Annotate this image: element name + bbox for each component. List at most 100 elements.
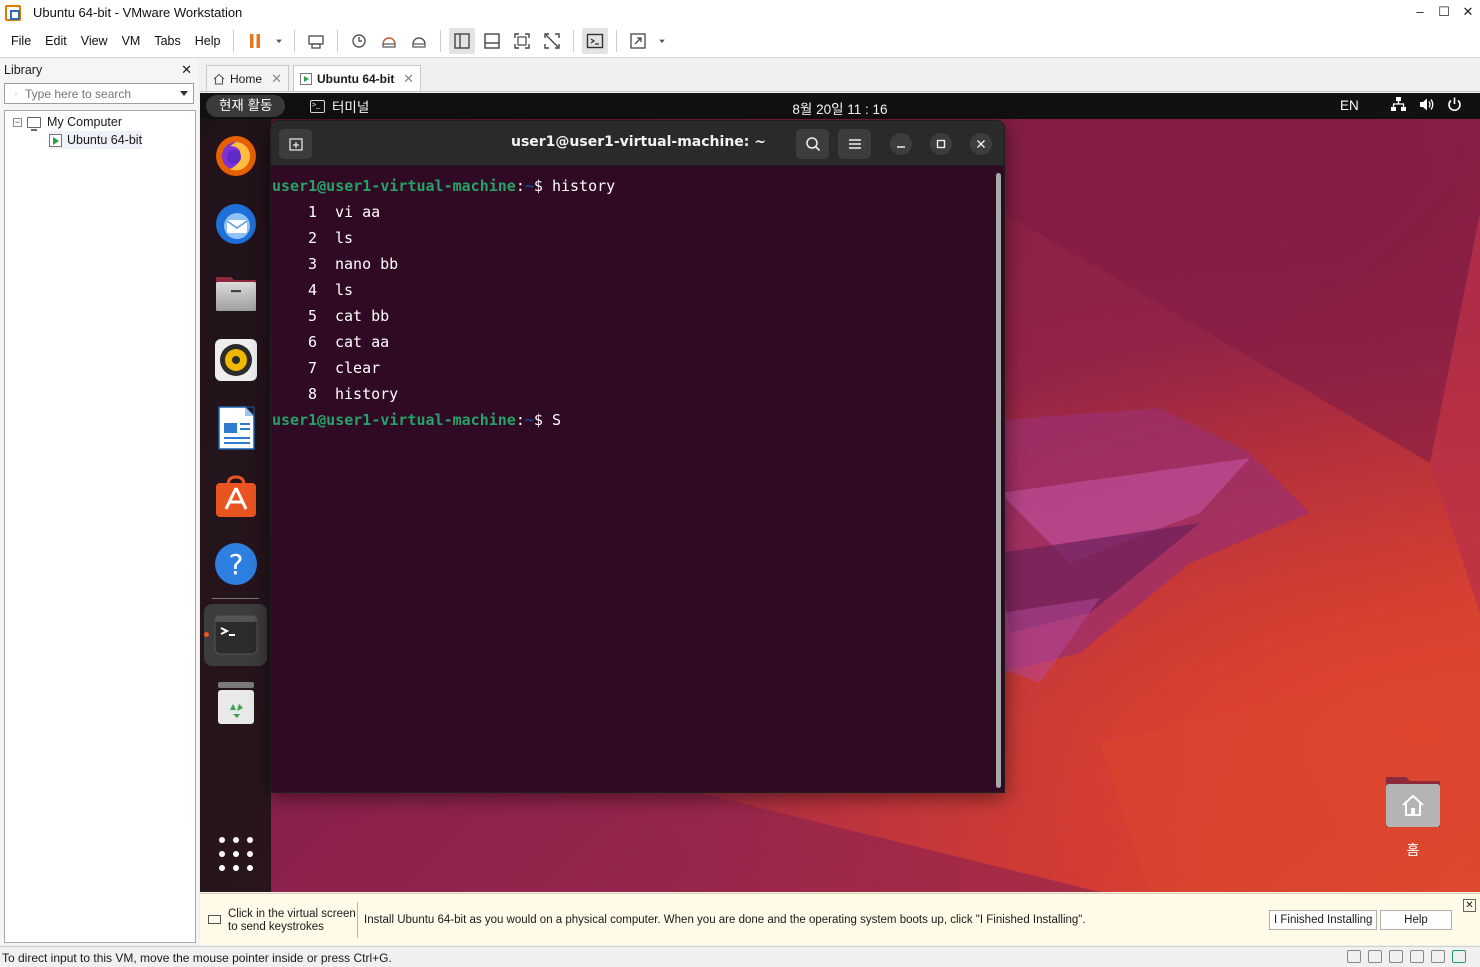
tab-home[interactable]: Home ✕ [206, 65, 289, 91]
menu-view[interactable]: View [74, 34, 115, 48]
status-bar: To direct input to this VM, move the mou… [0, 946, 1480, 967]
tab-label: Home [230, 71, 263, 86]
rhythmbox-icon[interactable] [213, 337, 259, 383]
snapshot-take-icon[interactable] [346, 28, 372, 54]
writer-icon[interactable] [213, 405, 259, 451]
stretch-dropdown-icon[interactable] [655, 28, 669, 54]
stretch-guest-icon[interactable] [625, 28, 651, 54]
tree-item-my-computer[interactable]: − My Computer [13, 113, 122, 131]
show-apps-button[interactable] [219, 837, 253, 871]
library-search-input[interactable] [25, 86, 180, 101]
search-dropdown-icon[interactable] [180, 91, 188, 96]
snapshot-manager-icon[interactable] [406, 28, 432, 54]
menu-file[interactable]: File [4, 34, 38, 48]
library-search[interactable] [4, 83, 194, 104]
trash-icon[interactable] [213, 680, 259, 726]
prompt-symbol: $ [533, 177, 552, 195]
sound-card-icon[interactable] [1431, 950, 1445, 963]
history-command: clear [335, 359, 381, 377]
message-log-icon[interactable] [1452, 950, 1466, 963]
terminal-line: user1@user1-virtual-machine:~$ S [272, 411, 561, 429]
hamburger-icon [848, 139, 861, 149]
full-screen-icon[interactable] [509, 28, 535, 54]
grid-dot [233, 865, 239, 871]
menu-help[interactable]: Help [188, 34, 228, 48]
help-button[interactable]: Help [1380, 910, 1452, 930]
grid-dot [219, 837, 225, 843]
terminal-icon[interactable] [213, 612, 259, 658]
grid-dot [219, 865, 225, 871]
console-view-icon[interactable] [582, 28, 609, 54]
input-language[interactable]: EN [1340, 98, 1359, 113]
history-number: 2 [307, 229, 317, 247]
snapshot-revert-icon[interactable] [376, 28, 402, 54]
files-icon[interactable] [213, 269, 259, 315]
minimize-button[interactable] [890, 133, 912, 155]
clock[interactable]: 8월 20일 11 : 16 [200, 98, 1480, 118]
network-adapter-icon[interactable] [1389, 950, 1403, 963]
history-line: 5 cat bb [272, 303, 1004, 329]
toolbar-separator [233, 30, 235, 52]
history-number: 7 [307, 359, 317, 377]
close-tab-icon[interactable]: ✕ [403, 71, 414, 87]
close-icon[interactable]: ✕ [1456, 0, 1480, 25]
terminal-output[interactable]: user1@user1-virtual-machine:~$ history 1 v… [271, 166, 1004, 792]
tree-item-ubuntu[interactable]: Ubuntu 64-bit [49, 131, 143, 149]
app-center-icon[interactable] [213, 473, 259, 519]
history-number: 6 [307, 333, 317, 351]
install-message: Install Ubuntu 64-bit as you would on a … [364, 914, 1086, 926]
history-output: 1 vi aa 2 ls 3 nano bb 4 ls 5 cat bb 6 cat aa 7 clear… [272, 199, 1004, 407]
grid-dot [247, 837, 253, 843]
grid-dot [219, 851, 225, 857]
history-line: 7 clear [272, 355, 1004, 381]
firefox-icon[interactable] [213, 133, 259, 179]
hamburger-menu-button[interactable] [838, 129, 871, 159]
tab-ubuntu[interactable]: Ubuntu 64-bit ✕ [293, 65, 421, 91]
menu-vm[interactable]: VM [115, 34, 148, 48]
terminal-window[interactable]: user1@user1-virtual-machine: ~ user1@use… [270, 120, 1005, 793]
prompt-user: user1@user1-virtual-machine [272, 411, 516, 429]
finished-installing-button[interactable]: I Finished Installing [1269, 910, 1378, 930]
show-library-icon[interactable] [449, 28, 476, 54]
history-line: 4 ls [272, 277, 1004, 303]
library-tree: − My Computer Ubuntu 64-bit [4, 110, 196, 943]
window-controls: – ☐ ✕ [1408, 0, 1480, 25]
history-line: 2 ls [272, 225, 1004, 251]
terminal-line: user1@user1-virtual-machine:~$ history [272, 177, 616, 195]
close-icon [977, 140, 985, 148]
collapse-icon[interactable]: − [13, 117, 22, 127]
thumbnail-bar-icon[interactable] [479, 28, 505, 54]
send-ctrl-alt-del-icon[interactable] [303, 28, 329, 54]
power-icon [1448, 97, 1461, 112]
close-tab-icon[interactable]: ✕ [271, 71, 282, 87]
history-command: cat aa [335, 333, 390, 351]
install-hint-bar: Click in the virtual screen to send keys… [200, 893, 1480, 945]
close-button[interactable] [970, 133, 992, 155]
history-command: history [335, 385, 399, 403]
maximize-icon[interactable]: ☐ [1432, 0, 1456, 25]
vm-running-icon [49, 133, 62, 147]
menu-edit[interactable]: Edit [38, 34, 74, 48]
printer-icon[interactable] [1410, 950, 1424, 963]
unity-mode-icon[interactable] [539, 28, 565, 54]
toolbar-separator [294, 30, 296, 52]
cd-dvd-icon[interactable] [1368, 950, 1382, 963]
keyboard-icon [208, 915, 221, 924]
menu-tabs[interactable]: Tabs [147, 34, 187, 48]
system-tray[interactable] [1390, 96, 1463, 113]
search-button[interactable] [796, 129, 829, 159]
vm-display[interactable]: 현재 활동 >_ 터미널 8월 20일 11 : 16 EN ? 홈 user1… [200, 93, 1480, 892]
close-hint-icon[interactable]: ✕ [1463, 899, 1476, 912]
grid-dot [233, 851, 239, 857]
home-folder-icon[interactable] [1384, 775, 1442, 829]
maximize-button[interactable] [930, 133, 952, 155]
thunderbird-icon[interactable] [213, 201, 259, 247]
minimize-icon[interactable]: – [1408, 0, 1432, 25]
hard-disk-icon[interactable] [1347, 950, 1361, 963]
power-dropdown-icon[interactable] [272, 28, 286, 54]
pause-button[interactable] [242, 28, 268, 54]
network-icon [1391, 97, 1406, 111]
close-library-icon[interactable]: ✕ [181, 62, 192, 78]
terminal-scrollbar[interactable] [996, 173, 1001, 788]
help-icon[interactable]: ? [213, 541, 259, 587]
